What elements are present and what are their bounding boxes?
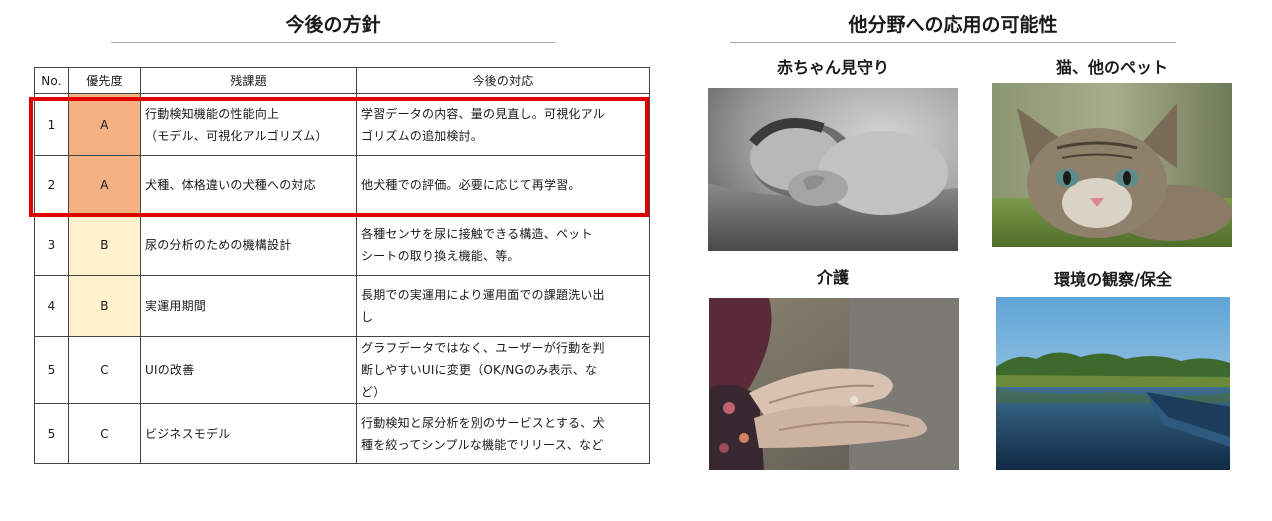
row-issue: UIの改善: [140, 336, 357, 404]
row-no: 5: [34, 403, 69, 464]
table-row: 5 C UIの改善 グラフデータではなく、ユーザーが行動を判 断しやすいUIに変…: [34, 336, 650, 404]
row-no: 5: [34, 336, 69, 404]
left-title-rule: [111, 42, 555, 43]
photo-label-baby: 赤ちゃん見守り: [776, 58, 889, 77]
header-action: 今後の対応: [356, 67, 650, 94]
row-action: グラフデータではなく、ユーザーが行動を判 断しやすいUIに変更（OK/NGのみ表…: [356, 336, 650, 404]
lake-environment-photo: [996, 297, 1230, 470]
priority-highlight-box: [29, 97, 649, 217]
row-no: 3: [34, 213, 69, 276]
care-hands-photo: [709, 298, 959, 470]
right-title-rule: [730, 42, 1176, 43]
row-action: 行動検知と尿分析を別のサービスとする、犬 種を絞ってシンプルな機能でリリース、な…: [356, 403, 650, 464]
row-priority: C: [68, 403, 141, 464]
row-priority: B: [68, 275, 141, 337]
table-row: 4 B 実運用期間 長期での実運用により運用面での課題洗い出 し: [34, 275, 650, 337]
table-header-row: No. 優先度 残課題 今後の対応: [34, 67, 650, 94]
photo-label-care: 介護: [816, 268, 849, 287]
row-issue: 実運用期間: [140, 275, 357, 337]
row-action: 各種センサを尿に接触できる構造、ペット シートの取り換え機能、等。: [356, 213, 650, 276]
cat-photo: [992, 83, 1232, 247]
row-issue: 尿の分析のための機構設計: [140, 213, 357, 276]
row-priority: B: [68, 213, 141, 276]
row-issue: ビジネスモデル: [140, 403, 357, 464]
header-priority: 優先度: [68, 67, 141, 94]
photo-label-cat: 猫、他のペット: [1055, 58, 1168, 77]
header-issue: 残課題: [140, 67, 357, 94]
baby-photo: [708, 88, 958, 251]
right-section-title: 他分野への応用の可能性: [848, 14, 1058, 36]
table-row: 5 C ビジネスモデル 行動検知と尿分析を別のサービスとする、犬 種を絞ってシン…: [34, 403, 650, 464]
row-action: 長期での実運用により運用面での課題洗い出 し: [356, 275, 650, 337]
header-no: No.: [34, 67, 69, 94]
left-section-title: 今後の方針: [285, 14, 381, 36]
row-no: 4: [34, 275, 69, 337]
row-priority: C: [68, 336, 141, 404]
table-row: 3 B 尿の分析のための機構設計 各種センサを尿に接触できる構造、ペット シート…: [34, 213, 650, 276]
photo-label-environment: 環境の観察/保全: [1054, 270, 1172, 289]
